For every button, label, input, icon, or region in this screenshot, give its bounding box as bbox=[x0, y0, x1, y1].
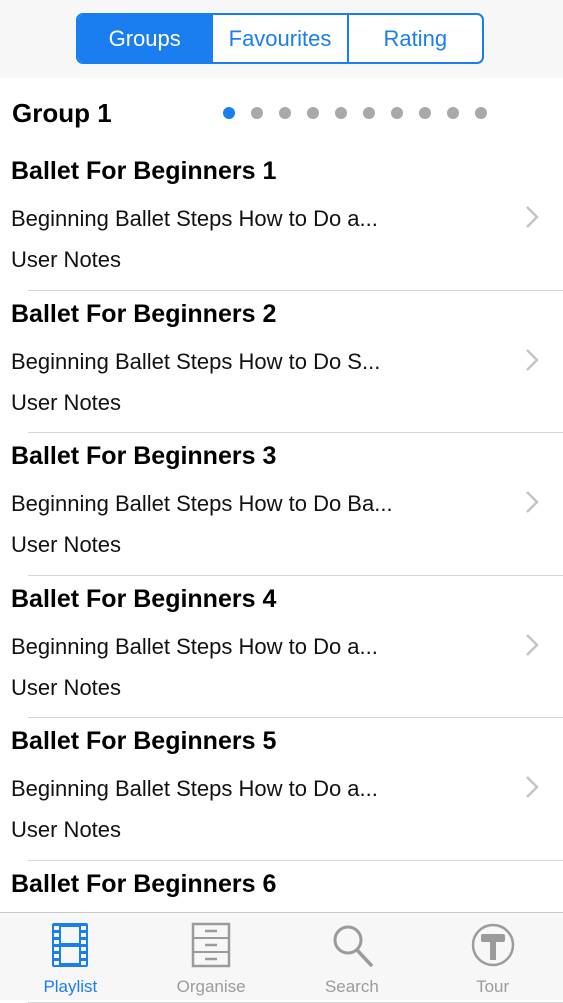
tab-organise[interactable]: Organise bbox=[141, 913, 282, 1000]
tab-playlist[interactable]: Playlist bbox=[0, 913, 141, 1000]
item-subtitle: Beginning Ballet Steps How to Do a... bbox=[11, 776, 461, 802]
segment-favourites[interactable]: Favourites bbox=[211, 15, 346, 62]
item-title: Ballet For Beginners 4 bbox=[11, 585, 276, 614]
file-cabinet-icon bbox=[188, 921, 234, 969]
item-notes: User Notes bbox=[11, 817, 121, 843]
list-item[interactable]: Ballet For Beginners 2 Beginning Ballet … bbox=[0, 291, 563, 434]
segmented-control: Groups Favourites Rating bbox=[76, 13, 484, 64]
tab-label: Playlist bbox=[43, 977, 97, 997]
page-dot[interactable] bbox=[307, 107, 319, 119]
chevron-right-icon bbox=[525, 775, 539, 799]
item-notes: User Notes bbox=[11, 532, 121, 558]
list-item[interactable]: Ballet For Beginners 1 Beginning Ballet … bbox=[0, 148, 563, 291]
item-title: Ballet For Beginners 5 bbox=[11, 727, 276, 756]
top-bar: Groups Favourites Rating bbox=[0, 0, 563, 78]
chevron-right-icon bbox=[525, 633, 539, 657]
item-notes: User Notes bbox=[11, 675, 121, 701]
page-dot[interactable] bbox=[391, 107, 403, 119]
item-title: Ballet For Beginners 3 bbox=[11, 442, 276, 471]
chevron-right-icon bbox=[525, 348, 539, 372]
page-dot[interactable] bbox=[419, 107, 431, 119]
item-subtitle: Beginning Ballet Steps How to Do Ba... bbox=[11, 491, 461, 517]
page-indicator[interactable] bbox=[223, 106, 487, 120]
item-title: Ballet For Beginners 1 bbox=[11, 157, 276, 186]
film-strip-icon bbox=[47, 921, 93, 969]
playlist-list: Ballet For Beginners 1 Beginning Ballet … bbox=[0, 148, 563, 1003]
item-title: Ballet For Beginners 2 bbox=[11, 300, 276, 329]
tab-bar: Playlist Organise Search Tour bbox=[0, 912, 563, 1000]
group-header: Group 1 bbox=[0, 78, 563, 148]
chevron-right-icon bbox=[525, 205, 539, 229]
tab-label: Search bbox=[325, 977, 379, 997]
page-dot[interactable] bbox=[223, 107, 235, 119]
page-dot[interactable] bbox=[447, 107, 459, 119]
page-dot[interactable] bbox=[475, 107, 487, 119]
list-item[interactable]: Ballet For Beginners 3 Beginning Ballet … bbox=[0, 433, 563, 576]
item-subtitle: Beginning Ballet Steps How to Do a... bbox=[11, 206, 461, 232]
tab-search[interactable]: Search bbox=[282, 913, 423, 1000]
segment-groups[interactable]: Groups bbox=[78, 15, 211, 62]
magnifier-icon bbox=[329, 921, 375, 969]
tab-tour[interactable]: Tour bbox=[422, 913, 563, 1000]
item-notes: User Notes bbox=[11, 390, 121, 416]
list-item[interactable]: Ballet For Beginners 4 Beginning Ballet … bbox=[0, 576, 563, 719]
page-dot[interactable] bbox=[363, 107, 375, 119]
segment-rating[interactable]: Rating bbox=[347, 15, 482, 62]
item-subtitle: Beginning Ballet Steps How to Do a... bbox=[11, 634, 461, 660]
item-subtitle: Beginning Ballet Steps How to Do S... bbox=[11, 349, 461, 375]
page-dot[interactable] bbox=[335, 107, 347, 119]
chevron-right-icon bbox=[525, 490, 539, 514]
item-title: Ballet For Beginners 6 bbox=[11, 870, 276, 899]
page-dot[interactable] bbox=[279, 107, 291, 119]
tab-label: Tour bbox=[476, 977, 509, 997]
list-item[interactable]: Ballet For Beginners 5 Beginning Ballet … bbox=[0, 718, 563, 861]
page-dot[interactable] bbox=[251, 107, 263, 119]
tab-label: Organise bbox=[177, 977, 246, 997]
hammer-icon bbox=[470, 921, 516, 969]
item-notes: User Notes bbox=[11, 247, 121, 273]
group-title: Group 1 bbox=[12, 98, 112, 129]
